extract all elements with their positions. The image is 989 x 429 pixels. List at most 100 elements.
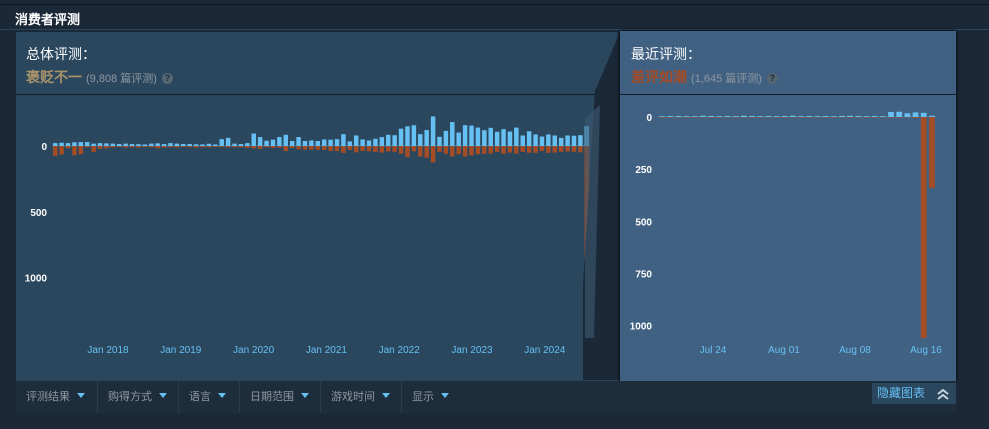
filter-playtime[interactable]: 游戏时间 <box>321 381 402 413</box>
positive-bar[interactable] <box>213 144 218 146</box>
positive-bar[interactable] <box>264 140 269 146</box>
positive-bar[interactable] <box>469 125 474 146</box>
negative-bar[interactable] <box>398 146 404 154</box>
negative-bar[interactable] <box>78 146 84 155</box>
negative-bar[interactable] <box>245 146 250 148</box>
positive-bar[interactable] <box>270 139 276 146</box>
negative-bar[interactable] <box>257 146 263 149</box>
positive-bar[interactable] <box>749 115 755 117</box>
positive-bar[interactable] <box>533 134 538 146</box>
hide-graph-button[interactable]: 隐藏图表 <box>872 383 956 404</box>
positive-bar[interactable] <box>379 137 385 146</box>
positive-bar[interactable] <box>879 116 886 117</box>
negative-bar[interactable] <box>200 146 205 148</box>
negative-bar[interactable] <box>129 146 135 148</box>
positive-bar[interactable] <box>386 134 391 146</box>
negative-bar[interactable] <box>213 146 218 148</box>
positive-bar[interactable] <box>920 112 927 117</box>
positive-bar[interactable] <box>251 133 256 146</box>
negative-bar[interactable] <box>708 117 715 118</box>
negative-bar[interactable] <box>456 146 461 155</box>
negative-bar[interactable] <box>341 146 346 153</box>
positive-bar[interactable] <box>675 115 682 117</box>
negative-bar[interactable] <box>667 117 674 118</box>
positive-bar[interactable] <box>450 122 455 146</box>
positive-bar[interactable] <box>839 115 845 117</box>
positive-bar[interactable] <box>193 144 199 146</box>
negative-bar[interactable] <box>123 146 128 148</box>
negative-bar[interactable] <box>871 117 878 118</box>
positive-bar[interactable] <box>514 127 519 146</box>
negative-bar[interactable] <box>847 117 854 118</box>
negative-bar[interactable] <box>251 146 256 149</box>
negative-bar[interactable] <box>888 117 894 118</box>
negative-bar[interactable] <box>117 146 122 148</box>
negative-bar[interactable] <box>691 117 698 118</box>
negative-bar[interactable] <box>353 146 359 153</box>
positive-bar[interactable] <box>781 115 788 117</box>
negative-bar[interactable] <box>526 146 532 153</box>
negative-bar[interactable] <box>565 146 570 152</box>
negative-bar[interactable] <box>232 146 237 148</box>
negative-bar[interactable] <box>450 146 455 157</box>
positive-bar[interactable] <box>871 115 878 117</box>
positive-bar[interactable] <box>475 127 481 146</box>
negative-bar[interactable] <box>683 117 690 118</box>
negative-bar[interactable] <box>379 146 385 153</box>
negative-bar[interactable] <box>142 146 148 148</box>
negative-bar[interactable] <box>174 146 180 148</box>
negative-bar[interactable] <box>373 146 378 152</box>
negative-bar[interactable] <box>366 146 372 152</box>
positive-bar[interactable] <box>546 134 551 146</box>
positive-bar[interactable] <box>168 143 173 146</box>
negative-bar[interactable] <box>52 146 58 156</box>
negative-bar[interactable] <box>328 146 333 151</box>
positive-bar[interactable] <box>149 143 154 146</box>
positive-bar[interactable] <box>341 134 346 146</box>
positive-bar[interactable] <box>334 139 340 146</box>
negative-bar[interactable] <box>781 117 788 118</box>
positive-bar[interactable] <box>59 142 64 146</box>
positive-bar[interactable] <box>691 116 698 117</box>
positive-bar[interactable] <box>863 116 870 117</box>
negative-bar[interactable] <box>546 146 551 153</box>
positive-bar[interactable] <box>798 116 804 117</box>
negative-bar[interactable] <box>469 146 474 156</box>
positive-bar[interactable] <box>200 144 205 146</box>
positive-bar[interactable] <box>929 115 935 117</box>
positive-bar[interactable] <box>78 142 84 146</box>
positive-bar[interactable] <box>257 137 263 146</box>
negative-bar[interactable] <box>289 146 295 148</box>
positive-bar[interactable] <box>174 143 180 146</box>
negative-bar[interactable] <box>277 146 282 148</box>
positive-bar[interactable] <box>830 116 837 117</box>
negative-bar[interactable] <box>552 146 558 153</box>
positive-bar[interactable] <box>65 143 71 146</box>
positive-bar[interactable] <box>142 144 148 146</box>
negative-bar[interactable] <box>405 146 410 158</box>
positive-bar[interactable] <box>437 136 442 146</box>
positive-bar[interactable] <box>155 143 160 146</box>
positive-bar[interactable] <box>84 142 90 146</box>
positive-bar[interactable] <box>501 129 506 146</box>
negative-bar[interactable] <box>806 117 813 118</box>
positive-bar[interactable] <box>411 125 417 146</box>
positive-bar[interactable] <box>392 135 397 146</box>
negative-bar[interactable] <box>149 146 154 148</box>
negative-bar[interactable] <box>315 146 321 150</box>
negative-bar[interactable] <box>659 117 665 118</box>
positive-bar[interactable] <box>366 140 372 146</box>
negative-bar[interactable] <box>822 117 829 118</box>
positive-bar[interactable] <box>238 144 244 146</box>
negative-bar[interactable] <box>193 146 199 148</box>
negative-bar[interactable] <box>912 117 919 119</box>
negative-bar[interactable] <box>347 146 353 150</box>
negative-bar[interactable] <box>136 146 141 148</box>
negative-bar[interactable] <box>168 146 173 148</box>
negative-bar[interactable] <box>104 146 109 149</box>
negative-bar[interactable] <box>59 146 64 155</box>
positive-bar[interactable] <box>309 140 314 146</box>
negative-bar[interactable] <box>360 146 365 151</box>
negative-bar[interactable] <box>386 146 391 152</box>
positive-bar[interactable] <box>757 116 764 117</box>
